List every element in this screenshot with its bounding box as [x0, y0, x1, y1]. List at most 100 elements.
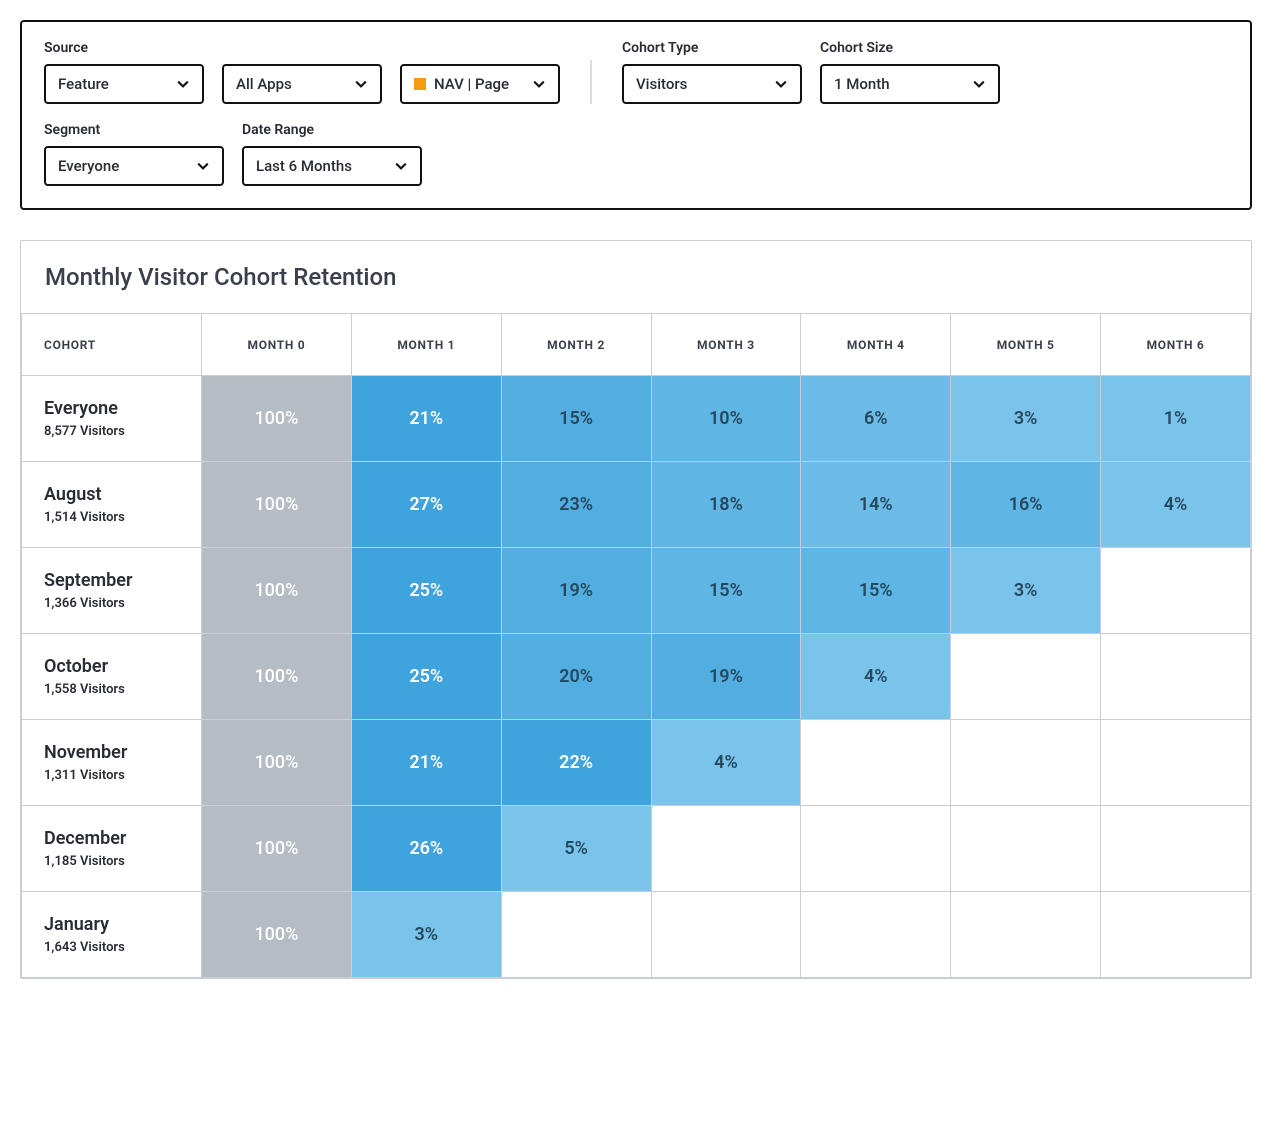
retention-cell: 22% — [501, 720, 651, 806]
col-month-5: MONTH 5 — [951, 314, 1101, 376]
apps-select[interactable]: All Apps — [222, 64, 382, 104]
cohort-type-select-value: Visitors — [636, 75, 687, 93]
retention-cell: 27% — [351, 462, 501, 548]
empty-cell — [801, 720, 951, 806]
retention-cell: 3% — [951, 376, 1101, 462]
cohort-size-label: Cohort Size — [820, 40, 1000, 56]
cohort-name: Everyone — [44, 398, 200, 420]
cohort-size-select-value: 1 Month — [834, 75, 890, 93]
cohort-visitor-count: 1,311 Visitors — [44, 768, 200, 783]
source-select[interactable]: Feature — [44, 64, 204, 104]
empty-cell — [1101, 720, 1251, 806]
month0-cell: 100% — [202, 806, 352, 892]
retention-cell: 25% — [351, 548, 501, 634]
cohort-row-header: December 1,185 Visitors — [22, 806, 202, 892]
empty-cell — [1101, 548, 1251, 634]
cohort-name: December — [44, 828, 200, 850]
cohort-row-header: November1,311 Visitors — [22, 720, 202, 806]
retention-cell: 21% — [351, 376, 501, 462]
date-range-select-value: Last 6 Months — [256, 157, 352, 175]
col-month-6: MONTH 6 — [1101, 314, 1251, 376]
cohort-name: January — [44, 914, 200, 936]
retention-cell: 3% — [351, 892, 501, 978]
month0-cell: 100% — [202, 462, 352, 548]
cohort-visitor-count: 1,366 Visitors — [44, 596, 200, 611]
cohort-type-label: Cohort Type — [622, 40, 802, 56]
vertical-divider — [590, 60, 592, 104]
table-row: January 1,643 Visitors100%3% — [22, 892, 1251, 978]
table-row: November1,311 Visitors100%21%22%4% — [22, 720, 1251, 806]
empty-cell — [651, 892, 801, 978]
source-group: Source Feature All Apps NAV | Page — [44, 40, 560, 104]
empty-cell — [651, 806, 801, 892]
col-month-0: MONTH 0 — [202, 314, 352, 376]
page-select-value: NAV | Page — [434, 75, 509, 93]
retention-cell: 6% — [801, 376, 951, 462]
retention-cell: 15% — [501, 376, 651, 462]
retention-cell: 4% — [1101, 462, 1251, 548]
cohort-visitor-count: 1,643 Visitors — [44, 940, 200, 955]
col-month-4: MONTH 4 — [801, 314, 951, 376]
empty-cell — [951, 634, 1101, 720]
segment-group: Segment Everyone — [44, 122, 224, 186]
cohort-table-header-row: COHORTMONTH 0MONTH 1MONTH 2MONTH 3MONTH … — [22, 314, 1251, 376]
month0-cell: 100% — [202, 548, 352, 634]
cohort-type-select[interactable]: Visitors — [622, 64, 802, 104]
retention-cell: 16% — [951, 462, 1101, 548]
segment-select[interactable]: Everyone — [44, 146, 224, 186]
retention-cell: 20% — [501, 634, 651, 720]
retention-cell: 15% — [801, 548, 951, 634]
retention-cell: 25% — [351, 634, 501, 720]
table-row: December1,185 Visitors100%26%5% — [22, 806, 1251, 892]
filters-row-2: Segment Everyone Date Range Last 6 Month… — [44, 122, 1228, 186]
col-month-3: MONTH 3 — [651, 314, 801, 376]
cohort-chart-panel: Monthly Visitor Cohort Retention COHORTM… — [20, 240, 1252, 979]
retention-cell: 10% — [651, 376, 801, 462]
chevron-down-icon — [354, 77, 368, 91]
cohort-table: COHORTMONTH 0MONTH 1MONTH 2MONTH 3MONTH … — [21, 313, 1251, 978]
cohort-name: September — [44, 570, 200, 592]
retention-cell: 3% — [951, 548, 1101, 634]
cohort-name: August — [44, 484, 200, 506]
cohort-size-group: Cohort Size 1 Month — [820, 40, 1000, 104]
cohort-size-select[interactable]: 1 Month — [820, 64, 1000, 104]
empty-cell — [951, 806, 1101, 892]
page-color-swatch — [414, 78, 426, 90]
empty-cell — [1101, 806, 1251, 892]
retention-cell: 15% — [651, 548, 801, 634]
cohort-visitor-count: 1,185 Visitors — [44, 854, 200, 869]
table-row: August1,514 Visitors100%27%23%18%14%16%4… — [22, 462, 1251, 548]
col-cohort: COHORT — [22, 314, 202, 376]
page-select[interactable]: NAV | Page — [400, 64, 560, 104]
month0-cell: 100% — [202, 892, 352, 978]
empty-cell — [951, 720, 1101, 806]
empty-cell — [951, 892, 1101, 978]
date-range-select[interactable]: Last 6 Months — [242, 146, 422, 186]
date-range-group: Date Range Last 6 Months — [242, 122, 422, 186]
retention-cell: 23% — [501, 462, 651, 548]
chevron-down-icon — [774, 77, 788, 91]
cohort-table-body: Everyone8,577 Visitors100%21%15%10%6%3%1… — [22, 376, 1251, 978]
cohort-visitor-count: 1,558 Visitors — [44, 682, 200, 697]
empty-cell — [1101, 892, 1251, 978]
empty-cell — [801, 806, 951, 892]
cohort-row-header: October1,558 Visitors — [22, 634, 202, 720]
empty-cell — [1101, 634, 1251, 720]
segment-label: Segment — [44, 122, 224, 138]
filters-panel: Source Feature All Apps NAV | Page — [20, 20, 1252, 210]
cohort-row-header: Everyone8,577 Visitors — [22, 376, 202, 462]
chevron-down-icon — [532, 77, 546, 91]
table-row: Everyone8,577 Visitors100%21%15%10%6%3%1… — [22, 376, 1251, 462]
filters-row-1: Source Feature All Apps NAV | Page — [44, 40, 1228, 104]
cohort-type-group: Cohort Type Visitors — [622, 40, 802, 104]
month0-cell: 100% — [202, 634, 352, 720]
retention-cell: 1% — [1101, 376, 1251, 462]
retention-cell: 21% — [351, 720, 501, 806]
empty-cell — [801, 892, 951, 978]
date-range-label: Date Range — [242, 122, 422, 138]
month0-cell: 100% — [202, 376, 352, 462]
apps-select-value: All Apps — [236, 75, 292, 93]
source-select-value: Feature — [58, 75, 109, 93]
cohort-row-header: September 1,366 Visitors — [22, 548, 202, 634]
cohort-row-header: January 1,643 Visitors — [22, 892, 202, 978]
